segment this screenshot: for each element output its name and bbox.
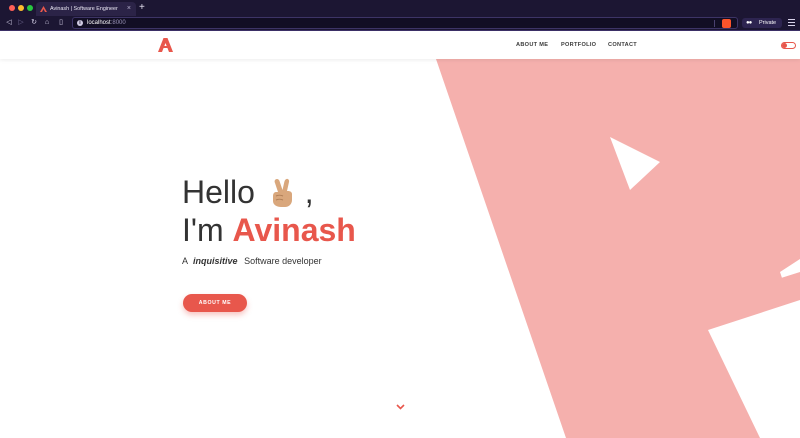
site-info-icon[interactable]: i xyxy=(77,20,83,26)
theme-toggle[interactable] xyxy=(781,42,796,49)
nav-link-contact[interactable]: CONTACT xyxy=(608,41,637,49)
site-header: ABOUT ME PORTFOLIO CONTACT xyxy=(0,32,800,59)
menu-icon[interactable] xyxy=(788,19,795,27)
tab-close-icon[interactable]: × xyxy=(127,2,131,16)
reload-icon[interactable]: ↻ xyxy=(29,18,39,28)
logo-icon[interactable] xyxy=(158,38,173,52)
url-text: localhost:8000 xyxy=(87,18,126,29)
nav-link-about-me[interactable]: ABOUT ME xyxy=(516,41,548,49)
address-divider xyxy=(714,20,715,27)
hero-greeting: Hello xyxy=(182,174,255,210)
bookmark-icon[interactable]: ▯ xyxy=(56,18,66,28)
tagline-prefix: A xyxy=(182,256,188,266)
maximize-window-button[interactable] xyxy=(27,5,33,11)
tagline-suffix: Software developer xyxy=(244,256,322,266)
nav-link-portfolio[interactable]: PORTFOLIO xyxy=(561,41,596,49)
browser-tab-bar: Avinash | Software Engineer × + xyxy=(0,0,800,16)
glasses-icon: ●● xyxy=(746,20,752,26)
website-viewport: ABOUT ME PORTFOLIO CONTACT Hello , I'm A… xyxy=(0,32,800,438)
theme-toggle-knob xyxy=(782,43,787,48)
url-port: :8000 xyxy=(110,20,126,26)
minimize-window-button[interactable] xyxy=(18,5,24,11)
victory-hand-icon xyxy=(272,178,292,207)
url-host: localhost xyxy=(87,20,111,26)
hero-name-line: I'm Avinash xyxy=(182,210,356,250)
browser-tab[interactable]: Avinash | Software Engineer × xyxy=(36,2,136,16)
tagline-emphasis: inquisitive xyxy=(193,256,238,266)
new-tab-button[interactable]: + xyxy=(139,1,145,14)
private-label: Private xyxy=(759,20,777,26)
brave-shields-icon[interactable] xyxy=(722,19,731,28)
back-icon[interactable]: ◁ xyxy=(4,18,14,28)
background-logo-shape xyxy=(436,59,800,438)
about-me-button[interactable]: ABOUT ME xyxy=(183,294,247,312)
hero-name: Avinash xyxy=(232,212,356,248)
hero-intro: I'm xyxy=(182,212,224,248)
address-bar[interactable]: i localhost:8000 xyxy=(72,17,738,29)
tab-title: Avinash | Software Engineer xyxy=(50,6,118,12)
browser-toolbar: ◁ ▷ ↻ ⌂ ▯ i localhost:8000 ●● Private xyxy=(0,16,800,31)
hero-greeting-line: Hello , xyxy=(182,172,314,212)
favicon-icon xyxy=(40,6,47,12)
hero-tagline: A inquisitive Software developer xyxy=(182,255,322,267)
chevron-down-icon[interactable] xyxy=(396,404,405,410)
forward-icon[interactable]: ▷ xyxy=(16,18,26,28)
home-icon[interactable]: ⌂ xyxy=(42,18,52,28)
close-window-button[interactable] xyxy=(9,5,15,11)
private-window-badge[interactable]: ●● Private xyxy=(742,18,782,28)
hero-greeting-comma: , xyxy=(304,174,314,210)
